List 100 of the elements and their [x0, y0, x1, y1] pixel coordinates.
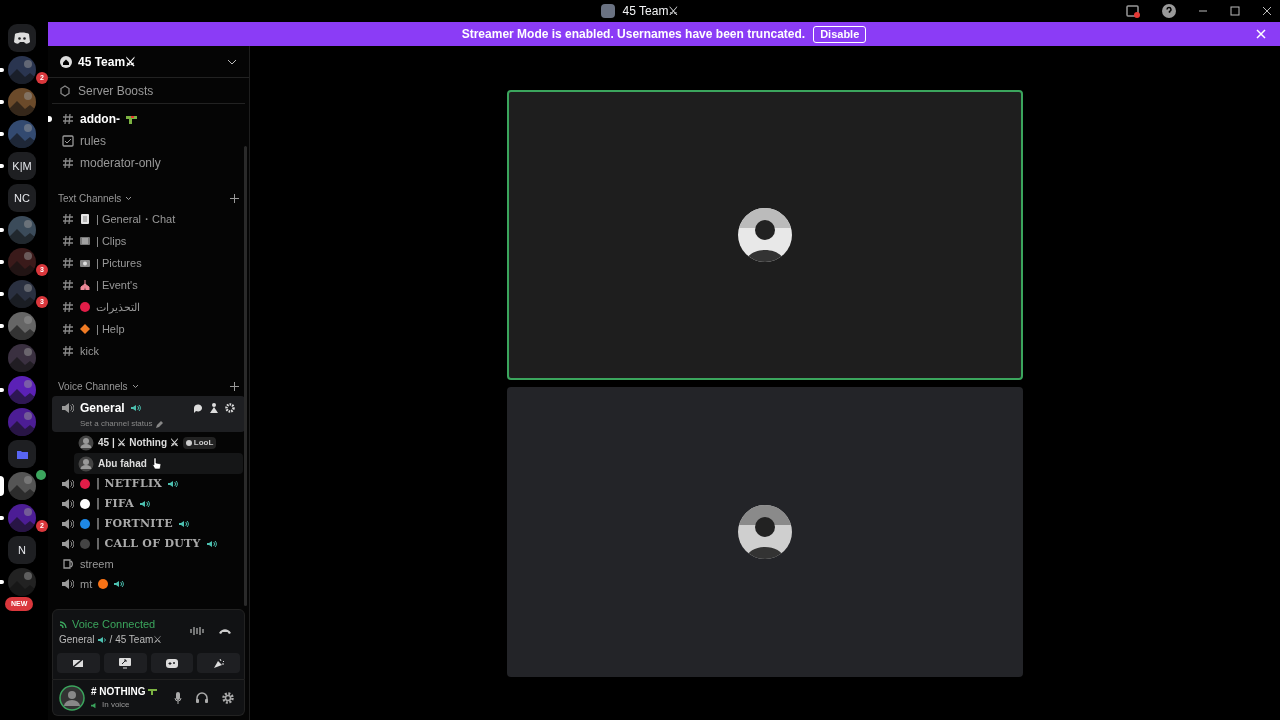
channel-item[interactable]: التحذيرات: [56, 296, 241, 318]
boost-icon: [60, 84, 70, 97]
channel-item[interactable]: | Help: [56, 318, 241, 340]
folder-icon: [16, 449, 28, 459]
channel-item[interactable]: | Pictures: [56, 252, 241, 274]
channel-item[interactable]: | General・Chat: [56, 208, 241, 230]
home-icon: [60, 55, 72, 68]
party-popper-icon: [212, 657, 225, 669]
server-boosts-item[interactable]: Server Boosts: [52, 78, 245, 104]
server-header[interactable]: 45 Team⚔: [48, 46, 249, 78]
server-icon[interactable]: NC: [8, 184, 36, 212]
unread-indicator: [0, 132, 4, 136]
gun-icon: [126, 114, 137, 124]
hashtag-icon: [62, 257, 74, 269]
banner-text: Streamer Mode is enabled. Usernames have been truncated.: [461, 26, 806, 43]
chat-icon[interactable]: [193, 403, 203, 413]
category-header[interactable]: Text Channels: [56, 188, 241, 208]
hashtag-icon: [62, 235, 74, 247]
speaker-icon: [62, 478, 74, 490]
film-icon: [80, 236, 90, 246]
gamepad-icon: [165, 658, 178, 668]
unread-indicator: [0, 324, 4, 328]
unread-indicator: [48, 116, 52, 122]
camera-off-icon: [72, 658, 85, 668]
unread-indicator: [0, 516, 4, 520]
unread-indicator: [0, 68, 4, 72]
gun-icon: [148, 688, 159, 695]
channel-item[interactable]: | NETFLIX: [56, 474, 241, 494]
camera-off-button[interactable]: [57, 653, 100, 673]
speaker-icon: [168, 480, 179, 488]
screen-share-button[interactable]: [103, 653, 147, 673]
hashtag-icon: [62, 113, 74, 125]
voice-channel-name[interactable]: General: [59, 632, 95, 647]
channel-item[interactable]: kick: [56, 340, 241, 362]
activity-button[interactable]: [150, 653, 194, 673]
window-title: 45 Team⚔: [622, 3, 680, 20]
discord-logo-icon: [13, 31, 31, 45]
server-icon[interactable]: K|M: [8, 152, 36, 180]
server-name: 45 Team⚔: [78, 53, 138, 71]
unread-indicator: [0, 100, 4, 104]
channel-item[interactable]: streem: [56, 554, 241, 574]
inbox-icon[interactable]: [1126, 4, 1140, 18]
channel-item[interactable]: moderator-only: [56, 152, 241, 174]
speaker-icon: [97, 635, 107, 644]
channel-item[interactable]: | FIFA: [56, 494, 241, 514]
selected-channel[interactable]: General Set a channel status: [52, 396, 245, 432]
hashtag-icon: [62, 213, 74, 225]
chevron-down-icon[interactable]: [227, 58, 237, 65]
channel-item[interactable]: | Clips: [56, 230, 241, 252]
voice-activity-badge: [36, 470, 46, 480]
server-folder[interactable]: [8, 440, 36, 468]
channel-item[interactable]: addon-: [56, 108, 241, 130]
settings-icon[interactable]: [222, 691, 234, 704]
channel-item[interactable]: | Event's: [56, 274, 241, 296]
user-status: In voice: [102, 699, 130, 711]
speaker-icon: [62, 498, 74, 510]
channel-item[interactable]: mt: [56, 574, 241, 594]
soundboard-button[interactable]: [197, 653, 240, 673]
boosts-label: Server Boosts: [78, 82, 154, 100]
add-channel-icon[interactable]: [230, 381, 239, 391]
voice-member[interactable]: Abu fahad: [74, 453, 243, 474]
channel-item[interactable]: | CALL OF DUTY: [56, 534, 241, 554]
home-button[interactable]: [8, 24, 36, 52]
disable-button[interactable]: Disable: [813, 25, 867, 43]
speaker-icon: [114, 580, 125, 588]
unread-indicator: [0, 580, 4, 584]
microphone-icon[interactable]: [174, 691, 182, 704]
hashtag-icon: [62, 301, 74, 313]
add-channel-icon[interactable]: [230, 193, 239, 203]
user-avatar[interactable]: [59, 684, 85, 711]
cursor-icon: [150, 457, 162, 470]
channel-name: General: [80, 400, 125, 417]
close-icon[interactable]: [1262, 6, 1272, 16]
channel-item[interactable]: | FORTNITE: [56, 514, 241, 534]
server-icon[interactable]: N: [8, 536, 36, 564]
screen-share-icon: [119, 657, 132, 669]
username: # NOTHING: [91, 685, 146, 699]
signal-icon: [59, 618, 69, 629]
headphones-icon[interactable]: [196, 691, 208, 704]
scrollbar[interactable]: [244, 146, 247, 606]
invite-icon[interactable]: [209, 403, 219, 413]
server-icon: [600, 4, 615, 18]
speaker-icon: [62, 538, 74, 550]
speaker-icon: [206, 540, 217, 548]
pencil-icon[interactable]: [155, 420, 163, 428]
category-header[interactable]: Voice Channels: [56, 376, 241, 396]
voice-member[interactable]: 45 | ⚔ Nothing ⚔ LooL: [74, 432, 243, 453]
voice-status: Voice Connected: [72, 616, 156, 632]
chevron-down-icon: [125, 195, 133, 201]
hang-up-icon[interactable]: [218, 627, 232, 636]
chevron-down-icon: [131, 383, 139, 389]
help-icon[interactable]: [1162, 4, 1176, 18]
rules-icon: [62, 135, 74, 147]
hashtag-icon: [62, 345, 74, 357]
hashtag-icon: [62, 279, 74, 291]
maximize-icon[interactable]: [1230, 6, 1240, 16]
channel-item[interactable]: rules: [56, 130, 241, 152]
hashtag-icon: [62, 323, 74, 335]
channel-status[interactable]: Set a channel status: [80, 418, 153, 430]
sound-wave-icon[interactable]: [190, 626, 204, 637]
